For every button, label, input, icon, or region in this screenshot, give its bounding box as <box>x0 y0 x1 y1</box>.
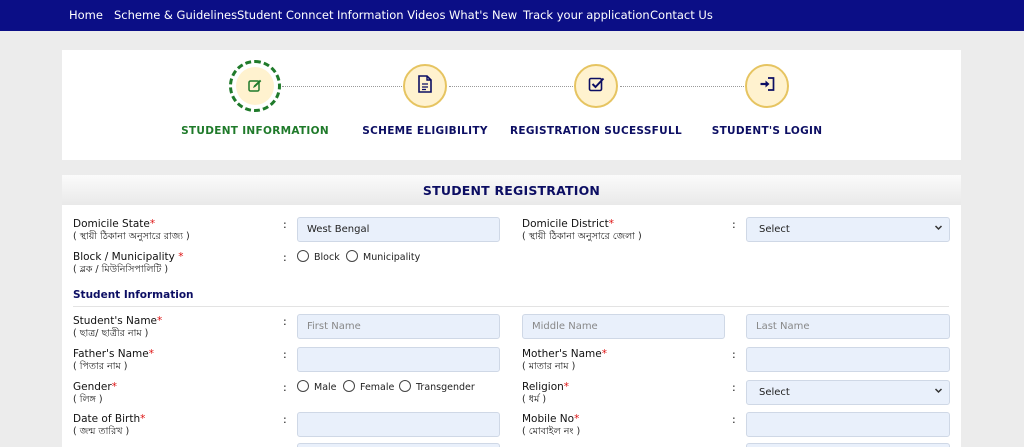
radio-male[interactable] <box>297 380 309 392</box>
dob-label: Date of Birth* <box>73 413 146 425</box>
step-connector <box>620 86 744 87</box>
mobile-label: Mobile No* <box>522 413 580 425</box>
colon: : <box>283 251 287 264</box>
domicile-district-value: Select <box>759 224 790 235</box>
radio-transgender[interactable] <box>399 380 411 392</box>
student-name-label: Student's Name* <box>73 315 163 327</box>
religion-value: Select <box>759 387 790 398</box>
step-label-student-information: STUDENT INFORMATION <box>181 125 329 137</box>
mother-name-input[interactable] <box>746 347 950 372</box>
next-row-input[interactable] <box>297 443 500 447</box>
domicile-state-sublabel: ( স্থায়ী ঠিকানা অনুসারে রাজ্য ) <box>73 231 190 242</box>
colon: : <box>283 315 287 328</box>
mobile-sublabel: ( মোবাইল নং ) <box>522 426 581 437</box>
colon: : <box>283 218 287 231</box>
domicile-district-select[interactable]: Select <box>746 217 950 242</box>
colon: : <box>283 348 287 361</box>
domicile-state-label: Domicile State* <box>73 218 156 230</box>
father-name-input[interactable] <box>297 347 500 372</box>
radio-male-label: Male <box>314 382 337 393</box>
colon: : <box>732 381 736 394</box>
radio-block-label: Block <box>314 252 340 263</box>
step-label-scheme-eligibility: SCHEME ELIGIBILITY <box>362 125 488 137</box>
father-name-sublabel: ( পিতার নাম ) <box>73 361 128 372</box>
dob-input[interactable] <box>297 412 500 437</box>
dob-sublabel: ( জন্ম তারিখ ) <box>73 426 130 437</box>
block-municipality-label: Block / Municipality * <box>73 251 184 263</box>
radio-block[interactable] <box>297 250 309 262</box>
nav-student-connect[interactable]: Student Conncet <box>237 8 333 22</box>
step-student-information[interactable] <box>229 60 281 112</box>
section-title-student-information: Student Information <box>73 289 194 301</box>
religion-select[interactable]: Select <box>746 380 950 405</box>
nav-contact-us[interactable]: Contact Us <box>650 8 713 22</box>
father-name-label: Father's Name* <box>73 348 154 360</box>
colon: : <box>283 381 287 394</box>
form-title: STUDENT REGISTRATION <box>422 183 601 198</box>
first-name-input[interactable]: First Name <box>297 314 500 339</box>
step-label-registration-successful: REGISTRATION SUCESSFULL <box>510 125 682 137</box>
progress-steps: STUDENT INFORMATION SCHEME ELIGIBILITY R… <box>62 50 961 160</box>
domicile-district-label: Domicile District* <box>522 218 615 230</box>
chevron-down-icon <box>934 386 943 398</box>
block-municipality-sublabel: ( ব্লক / মিউনিসিপালিটি ) <box>73 264 169 275</box>
login-icon <box>759 76 776 96</box>
mother-name-sublabel: ( মাতার নাম ) <box>522 361 576 372</box>
radio-transgender-label: Transgender <box>416 382 475 393</box>
nav-track-application[interactable]: Track your application <box>523 8 650 22</box>
middle-name-input[interactable]: Middle Name <box>522 314 725 339</box>
colon: : <box>283 413 287 426</box>
top-navbar: Home Scheme & Guidelines Student Conncet… <box>0 0 1024 31</box>
radio-female[interactable] <box>343 380 355 392</box>
student-name-sublabel: ( ছাত্র/ ছাত্রীর নাম ) <box>73 328 149 339</box>
gender-label: Gender* <box>73 381 117 393</box>
step-connector <box>282 86 402 87</box>
step-registration-successful[interactable] <box>574 64 618 108</box>
religion-label: Religion* <box>522 381 570 393</box>
checkbox-icon <box>588 76 605 96</box>
next-row-input[interactable] <box>746 443 950 447</box>
step-connector <box>449 86 573 87</box>
document-icon <box>417 75 433 97</box>
domicile-state-field[interactable]: West Bengal <box>297 217 500 242</box>
radio-municipality[interactable] <box>346 250 358 262</box>
colon: : <box>732 413 736 426</box>
nav-whats-new[interactable]: What's New <box>449 8 517 22</box>
step-label-students-login: STUDENT'S LOGIN <box>711 125 823 137</box>
mobile-input[interactable] <box>746 412 950 437</box>
nav-information-videos[interactable]: Information Videos <box>337 8 445 22</box>
radio-female-label: Female <box>360 382 395 393</box>
colon: : <box>732 348 736 361</box>
chevron-down-icon <box>934 223 943 235</box>
registration-form: STUDENT REGISTRATION Domicile State* ( স… <box>62 175 961 447</box>
step-students-login[interactable] <box>745 64 789 108</box>
form-header: STUDENT REGISTRATION <box>62 175 961 205</box>
gender-sublabel: ( লিঙ্গ ) <box>73 394 103 405</box>
nav-scheme-guidelines[interactable]: Scheme & Guidelines <box>114 8 237 22</box>
religion-sublabel: ( ধর্ম ) <box>522 394 547 405</box>
section-divider <box>73 306 949 307</box>
colon: : <box>732 218 736 231</box>
domicile-district-sublabel: ( স্থায়ী ঠিকানা অনুসারে জেলা ) <box>522 231 642 242</box>
edit-icon <box>236 67 274 105</box>
nav-home[interactable]: Home <box>69 8 103 22</box>
step-scheme-eligibility[interactable] <box>403 64 447 108</box>
mother-name-label: Mother's Name* <box>522 348 607 360</box>
last-name-input[interactable]: Last Name <box>746 314 950 339</box>
radio-municipality-label: Municipality <box>363 252 421 263</box>
